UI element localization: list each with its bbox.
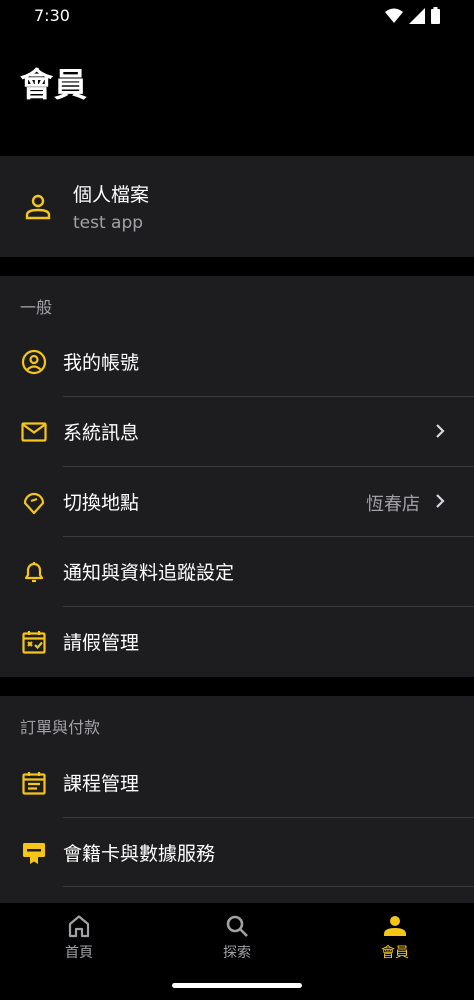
menu-label: 會籍卡與數據服務 — [63, 843, 216, 865]
section-header-general: 一般 — [20, 298, 53, 317]
account-circle-icon — [21, 349, 47, 375]
menu-item-my-account[interactable]: 我的帳號 — [0, 326, 474, 396]
membership-card-icon — [21, 840, 47, 866]
general-section: 一般 我的帳號 系統訊息 切換地點 恆春店 通知與資料追蹤設定 請假管理 — [0, 276, 474, 677]
status-time: 7:30 — [34, 6, 70, 25]
mail-icon — [21, 419, 47, 445]
nav-label: 首頁 — [65, 945, 93, 961]
nav-tab-home[interactable]: 首頁 — [29, 913, 129, 969]
menu-label: 課程管理 — [63, 773, 140, 795]
calendar-list-icon — [21, 770, 47, 796]
menu-item-course-management[interactable]: 課程管理 — [0, 747, 474, 817]
profile-card[interactable] — [0, 156, 474, 257]
chevron-right-icon — [434, 422, 446, 440]
menu-label: 我的帳號 — [63, 352, 140, 374]
home-icon — [66, 913, 92, 939]
nav-tab-explore[interactable]: 探索 — [187, 913, 287, 969]
signal-icon — [409, 7, 425, 28]
person-icon — [24, 193, 52, 221]
wifi-icon — [385, 8, 403, 28]
nav-tab-member[interactable]: 會員 — [345, 913, 445, 969]
menu-item-switch-location[interactable]: 切換地點 恆春店 — [0, 466, 474, 536]
chevron-right-icon — [434, 492, 446, 510]
bell-icon — [21, 559, 47, 585]
menu-label: 通知與資料追蹤設定 — [63, 562, 235, 584]
menu-label: 請假管理 — [63, 632, 140, 654]
section-header-orders: 訂單與付款 — [20, 718, 101, 737]
status-icons — [385, 7, 440, 28]
menu-item-membership-card[interactable]: 會籍卡與數據服務 — [0, 817, 474, 887]
home-indicator[interactable] — [172, 983, 302, 988]
nav-label: 探索 — [223, 945, 251, 961]
menu-label: 系統訊息 — [63, 422, 140, 444]
nav-label: 會員 — [381, 945, 409, 961]
menu-item-notification-settings[interactable]: 通知與資料追蹤設定 — [0, 536, 474, 606]
menu-label: 切換地點 — [63, 492, 140, 514]
orders-section: 訂單與付款 課程管理 會籍卡與數據服務 — [0, 696, 474, 903]
member-icon — [382, 913, 408, 939]
page-title: 會員 — [20, 65, 88, 104]
current-location-value: 恆春店 — [366, 494, 420, 515]
calendar-leave-icon — [21, 629, 47, 655]
location-pin-icon — [21, 489, 47, 515]
menu-item-leave-management[interactable]: 請假管理 — [0, 606, 474, 676]
status-bar: 7:30 — [0, 0, 474, 32]
menu-item-system-messages[interactable]: 系統訊息 — [0, 396, 474, 466]
search-icon — [224, 913, 250, 939]
profile-name: 個人檔案 — [73, 184, 150, 206]
profile-subtitle: test app — [73, 213, 144, 233]
battery-icon — [431, 7, 440, 28]
divider — [63, 886, 474, 887]
